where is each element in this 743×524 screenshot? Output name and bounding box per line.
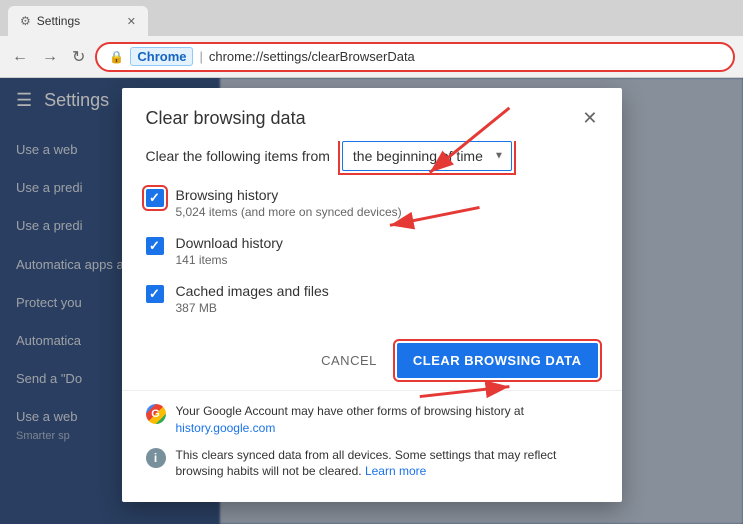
download-history-sub: 141 items — [176, 253, 283, 267]
browsing-history-checkbox[interactable]: ✓ — [146, 189, 164, 207]
dialog-info: G Your Google Account may have other for… — [122, 390, 622, 502]
google-info-row: G Your Google Account may have other for… — [146, 403, 598, 437]
settings-tab[interactable]: ⚙ Settings ✕ — [8, 6, 148, 36]
chrome-badge: Chrome — [130, 47, 193, 66]
address-separator: | — [199, 49, 202, 64]
browsing-history-sub: 5,024 items (and more on synced devices) — [176, 205, 402, 219]
info-icon: i — [146, 448, 166, 468]
lock-icon: 🔒 — [109, 50, 124, 64]
address-url: chrome://settings/clearBrowserData — [209, 49, 721, 64]
dialog-header: Clear browsing data ✕ — [122, 88, 622, 141]
checkmark-icon: ✓ — [149, 190, 160, 206]
dialog-close-button[interactable]: ✕ — [582, 108, 597, 129]
back-button[interactable]: ← — [8, 44, 32, 70]
tab-close-button[interactable]: ✕ — [127, 15, 136, 28]
checkmark-icon: ✓ — [149, 286, 160, 302]
download-history-checkbox[interactable]: ✓ — [146, 237, 164, 255]
cancel-button[interactable]: CANCEL — [309, 345, 389, 376]
browser-window: ⚙ Settings ✕ ← → ↻ 🔒 Chrome | chrome://s… — [0, 0, 743, 524]
refresh-button[interactable]: ↻ — [68, 43, 89, 71]
clear-browsing-data-dialog: Clear browsing data ✕ Clear the followin… — [122, 88, 622, 502]
note-info-text: This clears synced data from all devices… — [176, 447, 598, 481]
dialog-footer: CANCEL CLEAR BROWSING DATA — [122, 331, 622, 390]
note-info-row: i This clears synced data from all devic… — [146, 447, 598, 481]
checkmark-icon: ✓ — [149, 238, 160, 254]
forward-button[interactable]: → — [38, 44, 62, 70]
settings-tab-label: Settings — [37, 14, 80, 28]
address-bar[interactable]: 🔒 Chrome | chrome://settings/clearBrowse… — [95, 42, 735, 72]
dialog-title: Clear browsing data — [146, 108, 306, 129]
tab-bar: ⚙ Settings ✕ — [0, 0, 743, 36]
time-range-row: Clear the following items from the past … — [146, 141, 598, 171]
nav-bar: ← → ↻ 🔒 Chrome | chrome://settings/clear… — [0, 36, 743, 78]
download-history-item: ✓ Download history 141 items — [146, 235, 598, 267]
cached-images-checkbox[interactable]: ✓ — [146, 285, 164, 303]
google-info-main: Your Google Account may have other forms… — [176, 404, 524, 418]
browsing-history-item: ✓ Browsing history 5,024 items (and more… — [146, 187, 598, 219]
dialog-body: Clear the following items from the past … — [122, 141, 622, 331]
settings-tab-icon: ⚙ — [20, 14, 31, 28]
download-history-label: Download history — [176, 235, 283, 251]
time-range-label: Clear the following items from — [146, 148, 330, 164]
time-range-select-wrapper: the past hour the past day the past week… — [342, 141, 512, 171]
browser-content: ☰ Settings 🔍 Use a web Use a predi Use a… — [0, 78, 743, 524]
cached-images-label: Cached images and files — [176, 283, 329, 299]
clear-browsing-data-button[interactable]: CLEAR BROWSING DATA — [397, 343, 598, 378]
browsing-history-label: Browsing history — [176, 187, 402, 203]
time-range-select[interactable]: the past hour the past day the past week… — [342, 141, 512, 171]
browsing-history-checkbox-wrapper: ✓ — [146, 189, 164, 207]
cached-images-sub: 387 MB — [176, 301, 329, 315]
history-google-link[interactable]: history.google.com — [176, 421, 276, 435]
cached-images-item: ✓ Cached images and files 387 MB — [146, 283, 598, 315]
google-icon: G — [146, 404, 166, 424]
learn-more-link[interactable]: Learn more — [365, 464, 426, 478]
modal-overlay: Clear browsing data ✕ Clear the followin… — [0, 78, 743, 524]
google-info-text: Your Google Account may have other forms… — [176, 403, 524, 437]
